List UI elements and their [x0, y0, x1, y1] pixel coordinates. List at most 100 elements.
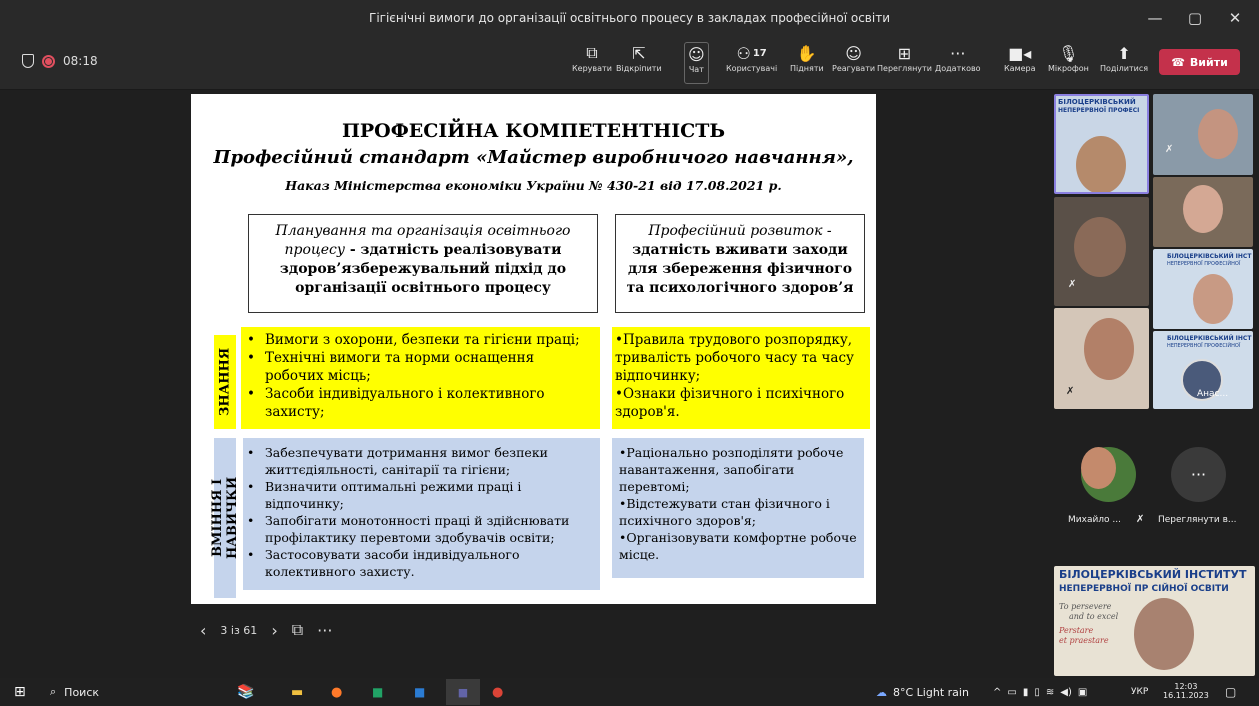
participant-face: [1134, 598, 1194, 670]
smiley-icon: ☺: [845, 43, 862, 63]
excel-icon[interactable]: ■: [372, 683, 383, 701]
taskbar: ⊞ ⌕ Поиск 📚 ▬ ● ■ ■ ■ ● ☁ 8°C Light rain…: [0, 678, 1259, 706]
participant-video-1[interactable]: БІЛОЦЕРКІВСЬКИЙ НЕПЕРЕРВНОЇ ПРОФЕСІ: [1054, 94, 1149, 194]
meeting-timer: 08:18: [63, 54, 98, 68]
view-more-icon[interactable]: ···: [1171, 447, 1226, 502]
word-icon[interactable]: ■: [414, 683, 425, 701]
maximize-icon[interactable]: ▢: [1175, 0, 1215, 36]
recording-status: 08:18: [22, 54, 98, 68]
usb-icon: ▮: [1022, 686, 1029, 698]
mic-muted-icon: ✗: [1136, 514, 1145, 525]
language-indicator[interactable]: УКР: [1131, 683, 1148, 701]
skills-right-list: •Раціонально розподіляти робоче навантаж…: [619, 444, 859, 563]
participant-video-5[interactable]: БІЛОЦЕРКІВСЬКИЙ ІНСТ НЕПЕРЕРВНОЇ ПРОФЕСІ…: [1153, 249, 1253, 329]
camera-button[interactable]: ■◂ Камера: [1004, 42, 1036, 84]
system-tray[interactable]: ^ ▭ ▮ ▯ ≋ ◀) ▣: [993, 683, 1087, 701]
participant-face: [1198, 109, 1238, 159]
weather-widget[interactable]: ☁ 8°C Light rain: [876, 683, 969, 701]
slide-subtitle: Професійний стандарт «Майстер виробничог…: [213, 147, 854, 168]
list-item: Забезпечувати дотримання вимог безпеки ж…: [243, 444, 593, 478]
minimize-icon[interactable]: —: [1135, 0, 1175, 36]
next-slide-icon[interactable]: ›: [271, 621, 277, 640]
battery-icon: ▯: [1034, 686, 1040, 698]
shared-slide: ПРОФЕСІЙНА КОМПЕТЕНТНІСТЬ Професійний ст…: [191, 94, 876, 604]
manage-button[interactable]: ⧉ Керувати: [572, 42, 612, 84]
teams-icon[interactable]: ■: [446, 679, 480, 705]
manage-icon: ⧉: [586, 43, 598, 62]
participant-face: [1084, 318, 1134, 380]
display-icon: ▣: [1077, 686, 1088, 698]
network-icon: ▭: [1007, 686, 1017, 698]
list-item: Засоби індивідуального і колективного за…: [243, 385, 593, 421]
view-button[interactable]: ⊞ Переглянути: [877, 42, 932, 84]
grid-view-icon[interactable]: ⧉: [292, 620, 303, 640]
participant-face: [1081, 447, 1116, 489]
participant-video-7[interactable]: БІЛОЦЕРКІВСЬКИЙ ІНСТ НЕПЕРЕРВНОЇ ПРОФЕСІ…: [1153, 331, 1253, 409]
list-item: •Правила трудового розпорядку, триваліст…: [615, 332, 854, 384]
slide-order: Наказ Міністерства економіки України № 4…: [285, 178, 782, 193]
prev-slide-icon[interactable]: ‹: [200, 621, 206, 640]
participant-video-4[interactable]: ✗: [1054, 197, 1149, 306]
share-icon: ⬆: [1117, 43, 1131, 63]
participant-video-6[interactable]: ✗: [1054, 308, 1149, 409]
grid-view-icon: ⊞: [897, 43, 912, 63]
participant-video-2[interactable]: ✗: [1153, 94, 1253, 175]
shield-icon: [22, 54, 34, 68]
chat-icon: ☺: [688, 44, 705, 64]
list-item: Технічні вимоги та норми оснащення робоч…: [243, 349, 593, 385]
search-icon: ⌕: [50, 685, 57, 698]
mic-muted-icon: ✗: [1165, 144, 1174, 155]
mic-muted-icon: 🎙: [1058, 43, 1079, 63]
avatar[interactable]: [1081, 447, 1136, 502]
camera-icon: ■◂: [1008, 43, 1032, 63]
more-icon[interactable]: ···: [317, 621, 332, 640]
volume-icon: ◀): [1060, 686, 1072, 698]
list-item: •Ознаки фізичного і психічного здоров'я.: [615, 386, 845, 420]
app-icon[interactable]: 📚: [237, 683, 254, 701]
record-icon: [42, 54, 55, 68]
share-button[interactable]: ⬆ Поділитися: [1100, 42, 1148, 84]
skills-left-list: Забезпечувати дотримання вимог безпеки ж…: [243, 444, 593, 580]
list-item: Вимоги з охорони, безпеки та гігієни пра…: [243, 331, 593, 349]
more-icon: ···: [950, 43, 966, 63]
slide-counter: 3 із 61: [220, 623, 258, 637]
popout-icon: ⇱: [632, 43, 646, 63]
taskbar-search[interactable]: ⌕ Поиск: [50, 683, 99, 701]
people-icon: ⚇ 17: [736, 43, 767, 63]
list-item: Застосовувати засоби індивідуального кол…: [243, 546, 593, 580]
participant-name: Михайло ...: [1068, 515, 1122, 525]
right-header-box: Професійний розвиток - здатність вживати …: [615, 214, 865, 313]
firefox-icon[interactable]: ●: [331, 683, 342, 701]
popout-button[interactable]: ⇱ Відкріпити: [616, 42, 662, 84]
left-header-box: Планування та організація освітнього про…: [248, 214, 598, 313]
meeting-toolbar: 08:18 ⧉ Керувати ⇱ Відкріпити ☺ Чат ⚇ 17…: [0, 36, 1259, 90]
participant-face: [1193, 274, 1233, 324]
raise-hand-button[interactable]: ✋ Підняти: [790, 42, 824, 84]
close-icon[interactable]: ✕: [1215, 0, 1255, 36]
window-title: Гігієнічні вимоги до організації освітнь…: [369, 11, 890, 25]
list-item: •Організовувати комфортне робоче місце.: [619, 530, 857, 562]
participant-video-3[interactable]: [1153, 177, 1253, 247]
slide-title: ПРОФЕСІЙНА КОМПЕТЕНТНІСТЬ: [341, 120, 726, 142]
clock[interactable]: 12:03 16.11.2023: [1163, 682, 1209, 700]
label-knowledge: ЗНАННЯ: [214, 335, 236, 429]
react-button[interactable]: ☺ Реагувати: [832, 42, 875, 84]
chevron-up-icon: ^: [993, 686, 1002, 698]
file-explorer-icon[interactable]: ▬: [291, 683, 303, 701]
knowledge-left-list: Вимоги з охорони, безпеки та гігієни пра…: [243, 331, 593, 421]
chrome-icon[interactable]: ●: [492, 683, 503, 701]
leave-button[interactable]: ☎ Вийти: [1159, 49, 1240, 75]
presenter-video[interactable]: БІЛОЦЕРКІВСЬКИЙ ІНСТИТУТ НЕПЕРЕРВНОЇ ПР …: [1054, 566, 1255, 676]
window-titlebar: Гігієнічні вимоги до організації освітнь…: [0, 0, 1259, 36]
view-more-label[interactable]: Переглянути в...: [1158, 515, 1237, 525]
windows-start-icon[interactable]: ⊞: [14, 683, 26, 701]
people-button[interactable]: ⚇ 17 Користувачі: [726, 42, 777, 84]
participant-face: [1076, 136, 1126, 192]
more-button[interactable]: ··· Додатково: [935, 42, 981, 84]
notification-icon[interactable]: ▢: [1225, 683, 1236, 701]
mic-button[interactable]: 🎙 Мікрофон: [1048, 42, 1089, 84]
list-item: •Відстежувати стан фізичного і психічног…: [619, 496, 830, 528]
chat-button[interactable]: ☺ Чат: [684, 42, 709, 84]
cloud-rain-icon: ☁: [876, 685, 887, 699]
phone-hangup-icon: ☎: [1171, 55, 1185, 69]
